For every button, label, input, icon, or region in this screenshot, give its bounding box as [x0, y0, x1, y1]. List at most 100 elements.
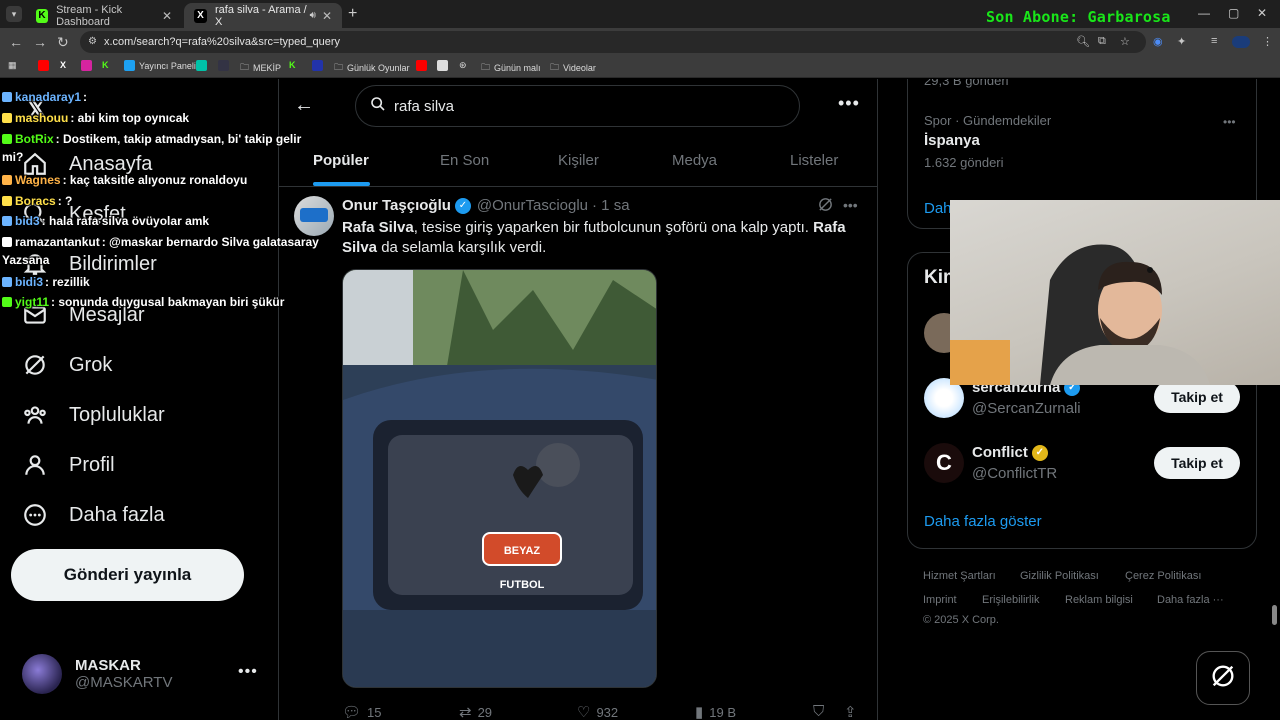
minimize-button[interactable]: — — [1198, 6, 1210, 20]
more-circle-icon — [20, 500, 50, 530]
bookmark-button[interactable]: ⛉ — [813, 703, 830, 720]
chat-text: : @maskar bernardo Silva galatasaray — [101, 235, 319, 249]
restore-button[interactable]: ▢ — [1228, 6, 1239, 20]
chat-username[interactable]: bid3 — [15, 214, 40, 228]
nav-item-grok[interactable]: Grok — [20, 350, 112, 380]
post-button[interactable]: Gönderi yayınla — [11, 549, 244, 601]
who-name[interactable]: Conflict ✓ — [972, 444, 1054, 461]
close-icon[interactable]: ✕ — [162, 9, 172, 23]
tab-popular[interactable]: Popüler — [313, 152, 369, 169]
chat-username[interactable]: BotRix — [15, 132, 54, 146]
footer-link[interactable]: Erişilebilirlik — [982, 594, 1039, 606]
tab-media[interactable]: Medya — [672, 152, 717, 169]
chat-username[interactable]: Boracs — [15, 194, 56, 208]
follow-button[interactable]: Takip et — [1154, 447, 1240, 479]
bookmark-mekip[interactable]: 🗀 MEKİP — [240, 60, 281, 76]
grok-floating-button[interactable] — [1196, 651, 1250, 705]
tweet-author-name[interactable]: Onur Taşçıoğlu — [342, 197, 451, 214]
tab-list-dropdown-icon[interactable]: ▾ — [6, 6, 22, 22]
tab-x-search[interactable]: X rafa silva - Arama / X 🔊︎ ✕ — [184, 3, 342, 28]
close-window-button[interactable]: ✕ — [1257, 6, 1267, 20]
chat-message: BotRix: Dostikem, takip atmadıysan, bi' … — [2, 132, 301, 146]
grok-icon[interactable] — [817, 196, 834, 218]
bookmark-gunun-mali[interactable]: 🗀 Günün malı — [481, 60, 541, 76]
chat-username[interactable]: Wagnes — [15, 173, 61, 187]
image-icon[interactable] — [437, 60, 452, 71]
kick-bookmark-icon[interactable]: K — [102, 60, 109, 70]
nav-item-profile[interactable]: Profil — [20, 450, 115, 480]
terminal-icon[interactable] — [218, 60, 233, 71]
more-dots-icon[interactable]: ••• — [238, 663, 258, 681]
footer-link[interactable]: Çerez Politikası — [1125, 570, 1201, 582]
chat-badge-icon — [2, 297, 12, 307]
close-icon[interactable]: ✕ — [322, 9, 332, 23]
more-dots-icon[interactable]: ••• — [838, 93, 860, 114]
tweet-author-handle[interactable]: @OnurTascioglu — [477, 197, 588, 214]
tab-label: Stream - Kick Dashboard — [56, 3, 123, 28]
bookmark-yayinci-paneli[interactable]: Yayıncı Paneli — [124, 60, 196, 71]
chat-text: : ? — [57, 194, 73, 208]
nav-item-more[interactable]: Daha fazla — [20, 500, 165, 530]
openai-icon[interactable]: ⊛ — [459, 60, 467, 71]
like-button[interactable]: ♡ 932 — [577, 703, 618, 720]
footer-link[interactable]: Gizlilik Politikası — [1020, 570, 1099, 582]
instagram-icon[interactable] — [81, 60, 96, 71]
chat-username[interactable]: yigt11 — [15, 295, 49, 309]
footer-link[interactable]: Imprint — [923, 594, 957, 606]
cast-icon[interactable]: ⧉ — [1098, 35, 1106, 48]
speaker-icon[interactable]: 🔊︎ — [310, 10, 316, 21]
apps-grid-icon[interactable]: ▦ — [8, 60, 17, 71]
chat-username[interactable]: kanadaray1 — [15, 90, 81, 104]
youtube-icon[interactable] — [38, 60, 53, 71]
forward-arrow-icon[interactable]: → — [33, 34, 47, 50]
back-arrow-icon[interactable]: ← — [9, 34, 23, 50]
reload-icon[interactable]: ↻ — [57, 34, 69, 51]
youtube-2-icon[interactable] — [416, 60, 431, 71]
puzzle-icon[interactable]: ✦ — [1177, 35, 1186, 48]
menu-dots-icon[interactable]: ⋮ — [1262, 35, 1273, 48]
chat-username[interactable]: mashouu — [15, 111, 68, 125]
account-switcher[interactable]: MASKAR @MASKARTV — [22, 654, 172, 694]
chat-username[interactable]: ramazantankut — [15, 235, 100, 249]
tab-lists[interactable]: Listeler — [790, 152, 838, 169]
tab-people[interactable]: Kişiler — [558, 152, 599, 169]
views-button[interactable]: ▮ 19 B — [695, 703, 736, 720]
bookmark-gunluk-oyunlar[interactable]: 🗀 Günlük Oyunlar — [334, 60, 410, 76]
reply-button[interactable]: 💬︎ 15 — [342, 703, 382, 720]
media-queue-icon[interactable]: ≡ — [1211, 35, 1217, 47]
chat-message: bidi3: rezillik — [2, 275, 90, 289]
chat-username[interactable]: bidi3 — [15, 275, 43, 289]
bookmark-videolar[interactable]: 🗀 Videolar — [550, 60, 596, 76]
scrollbar[interactable] — [1272, 605, 1277, 625]
tab-kick-dashboard[interactable]: K Stream - Kick Dashboard ✕ — [26, 3, 182, 28]
blue-app-icon[interactable] — [312, 60, 327, 71]
trend-name[interactable]: İspanya — [924, 132, 980, 149]
profile-chip-icon[interactable] — [1232, 36, 1250, 48]
tweet-video[interactable]: BEYAZ FUTBOL — [342, 269, 657, 688]
avatar[interactable]: C — [924, 443, 964, 483]
nav-item-communities[interactable]: Topluluklar — [20, 400, 165, 430]
tweet-time[interactable]: · 1 sa — [592, 197, 630, 214]
kick-bookmark-2-icon[interactable]: K — [289, 60, 296, 70]
bookmark-star-icon[interactable]: ☆ — [1120, 35, 1130, 48]
footer-link[interactable]: Hizmet Şartları — [923, 570, 996, 582]
x-bookmark-icon[interactable]: X — [60, 60, 66, 70]
new-tab-button[interactable]: + — [348, 5, 357, 23]
address-bar[interactable]: ⚙ x.com/search?q=rafa%20silva&src=typed_… — [80, 31, 1146, 53]
more-dots-icon[interactable]: ••• — [843, 197, 858, 213]
share-button[interactable]: ⇪ — [844, 703, 863, 720]
footer-link[interactable]: Daha fazla ··· — [1157, 594, 1224, 606]
follow-button[interactable]: Takip et — [1154, 381, 1240, 413]
who-show-more[interactable]: Daha fazla göster — [924, 513, 1042, 530]
more-dots-icon[interactable]: ••• — [1223, 115, 1236, 129]
extension-icon[interactable]: ◉ — [1153, 35, 1163, 48]
tab-latest[interactable]: En Son — [440, 152, 489, 169]
zoom-icon[interactable]: 🔍︎ — [1076, 35, 1090, 48]
back-arrow-icon[interactable]: ← — [294, 94, 314, 117]
site-info-icon[interactable]: ⚙ — [88, 31, 97, 53]
footer-link[interactable]: Reklam bilgisi — [1065, 594, 1133, 606]
green-app-icon[interactable] — [196, 60, 211, 71]
search-input[interactable]: rafa silva — [355, 85, 800, 127]
tweet-author-avatar[interactable] — [294, 196, 334, 236]
repost-button[interactable]: ⇄ 29 — [459, 703, 492, 720]
